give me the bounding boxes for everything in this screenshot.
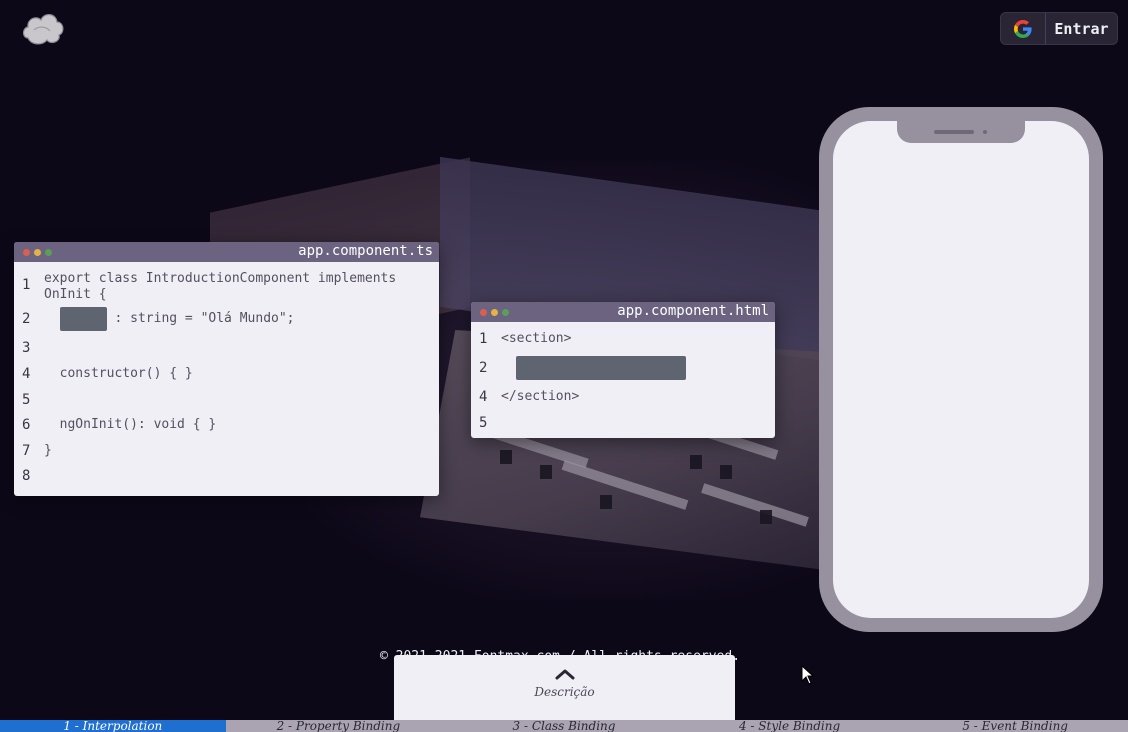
maximize-dot-icon — [502, 308, 509, 316]
phone-notch — [897, 121, 1025, 143]
google-icon — [1001, 13, 1046, 44]
template-drop-slot[interactable] — [516, 356, 686, 380]
html-code-window: app.component.html 1 <section> 2 4 </sec… — [471, 302, 775, 438]
code-line: 7 } — [14, 438, 439, 463]
phone-camera-icon — [983, 130, 987, 134]
ts-code-body: 1 export class IntroductionComponent imp… — [14, 262, 439, 489]
cloud-logo-icon[interactable] — [20, 8, 66, 48]
tab-style-binding[interactable]: 4 - Style Binding — [677, 720, 903, 732]
line-text: <section> — [501, 331, 572, 346]
phone-speaker — [934, 130, 974, 134]
monitor — [500, 450, 512, 464]
line-number: 8 — [22, 468, 31, 484]
line-number: 4 — [479, 389, 488, 405]
ts-window-titlebar: app.component.ts — [14, 242, 439, 262]
line-text: } — [44, 442, 52, 458]
monitor — [720, 465, 732, 479]
monitor — [690, 455, 702, 469]
code-line: 1 <section> — [471, 326, 775, 352]
monitor — [760, 510, 772, 524]
line-number: 1 — [22, 277, 31, 293]
line-number: 4 — [22, 366, 31, 382]
code-line: 2 — [471, 352, 775, 384]
tab-interpolation[interactable]: 1 - Interpolation — [0, 720, 226, 732]
code-line: 3 — [14, 334, 439, 361]
html-filename: app.component.html — [617, 303, 769, 319]
login-button-label: Entrar — [1054, 19, 1109, 38]
code-line: 5 — [471, 410, 775, 436]
close-dot-icon — [23, 248, 30, 256]
code-line: 6 ngOnInit(): void { } — [14, 412, 439, 438]
maximize-dot-icon — [45, 248, 52, 256]
mouse-cursor-icon — [801, 664, 815, 689]
line-text: </section> — [501, 389, 580, 404]
line-number: 2 — [22, 311, 31, 327]
login-button[interactable]: Entrar — [1000, 12, 1118, 45]
phone-screen — [833, 121, 1089, 618]
tab-property-binding[interactable]: 2 - Property Binding — [226, 720, 452, 732]
line-text: constructor() { } — [44, 366, 193, 381]
line-number: 5 — [479, 415, 488, 431]
code-line: 2 : string = "Olá Mundo"; — [14, 304, 439, 334]
lesson-tabs: 1 - Interpolation 2 - Property Binding 3… — [0, 720, 1128, 732]
code-line: 4 constructor() { } — [14, 361, 439, 387]
code-line: 5 — [14, 387, 439, 412]
tab-class-binding[interactable]: 3 - Class Binding — [451, 720, 677, 732]
line-number: 7 — [22, 442, 31, 459]
line-text: : string = "Olá Mundo"; — [106, 311, 295, 326]
line-number: 5 — [22, 391, 31, 408]
minimize-dot-icon — [34, 248, 41, 256]
code-line: 1 export class IntroductionComponent imp… — [14, 268, 439, 304]
tab-event-binding[interactable]: 5 - Event Binding — [902, 720, 1128, 732]
minimize-dot-icon — [491, 308, 498, 316]
ts-filename: app.component.ts — [298, 243, 433, 259]
line-number: 6 — [22, 417, 31, 433]
close-dot-icon — [480, 308, 487, 316]
ts-code-window: app.component.ts 1 export class Introduc… — [14, 242, 439, 496]
line-number: 1 — [479, 331, 488, 347]
line-number: 3 — [22, 339, 31, 356]
chevron-up-icon[interactable] — [555, 665, 575, 684]
html-window-titlebar: app.component.html — [471, 302, 775, 322]
interpolation-drop-slot[interactable] — [59, 307, 107, 331]
line-number: 2 — [479, 360, 488, 376]
phone-preview — [819, 107, 1103, 632]
monitor — [540, 465, 552, 479]
html-code-body: 1 <section> 2 4 </section> 5 — [471, 322, 775, 436]
monitor — [600, 495, 612, 509]
code-line: 8 — [14, 463, 439, 489]
description-label: Descrição — [534, 685, 595, 699]
code-line: 4 </section> — [471, 384, 775, 410]
line-text: export class IntroductionComponent imple… — [44, 271, 397, 302]
line-text: ngOnInit(): void { } — [44, 417, 217, 432]
description-panel[interactable]: Descrição — [394, 655, 735, 721]
